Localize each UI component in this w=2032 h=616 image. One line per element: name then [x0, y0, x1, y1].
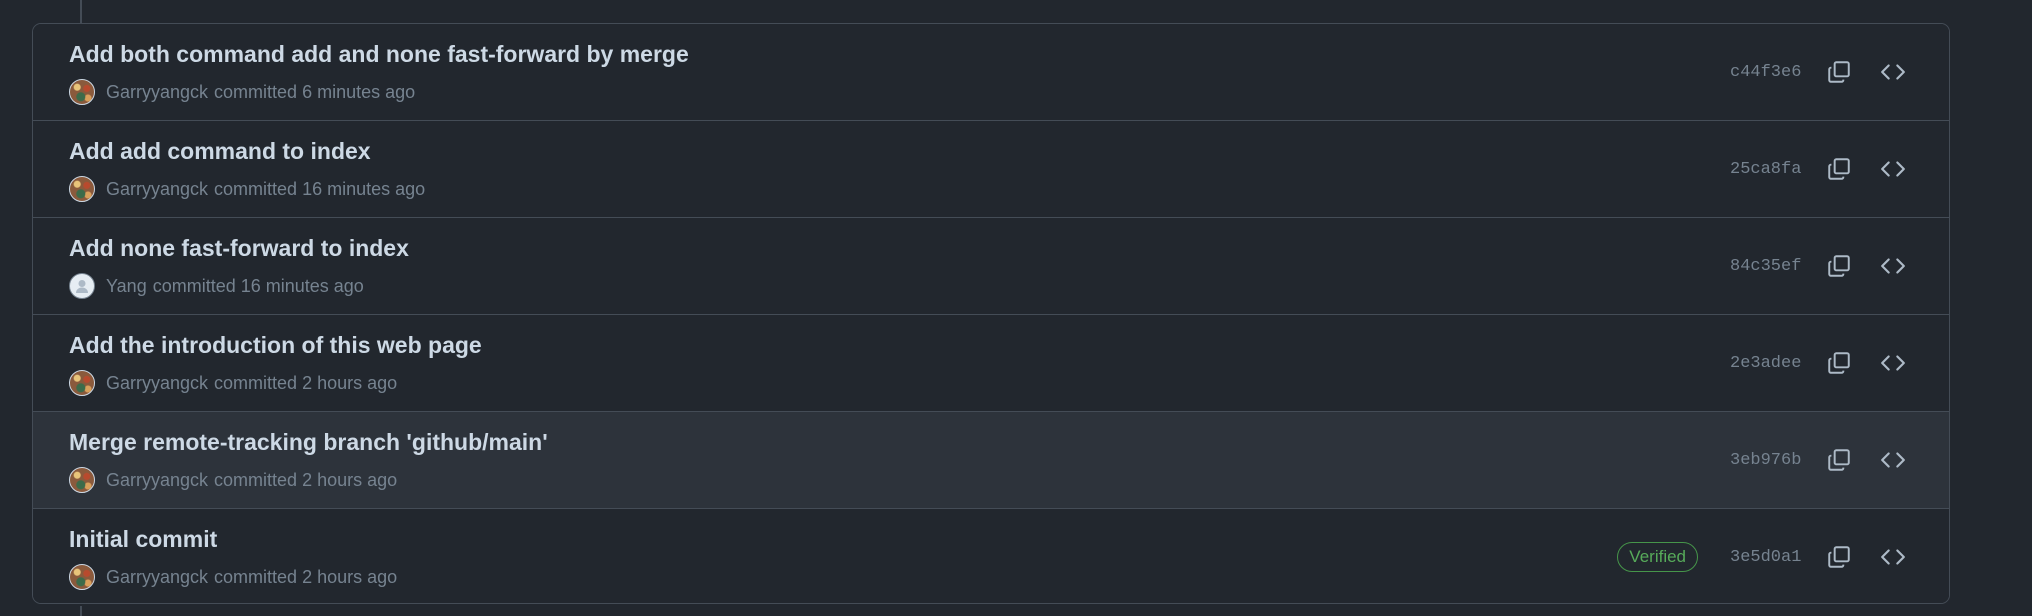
commit-meta: Yang committed 16 minutes ago [69, 273, 364, 299]
copy-sha-button[interactable] [1822, 152, 1856, 186]
default-avatar-icon [76, 280, 88, 293]
commit-time: committed 16 minutes ago [152, 275, 364, 296]
commit-author[interactable]: Garryyangck [106, 82, 208, 103]
copy-sha-button[interactable] [1822, 443, 1856, 477]
commit-row: Add none fast-forward to index Yang comm… [33, 218, 1949, 315]
commit-meta: Garryyangck committed 2 hours ago [69, 467, 397, 493]
copy-icon [1828, 352, 1850, 374]
commit-row: Merge remote-tracking branch 'github/mai… [33, 412, 1949, 509]
avatar[interactable] [69, 176, 95, 202]
avatar[interactable] [69, 79, 95, 105]
code-icon [1881, 258, 1905, 274]
browse-repo-button[interactable] [1876, 152, 1910, 186]
commit-meta: Garryyangck committed 2 hours ago [69, 370, 397, 396]
commit-title[interactable]: Merge remote-tracking branch 'github/mai… [69, 429, 548, 456]
browse-repo-button[interactable] [1876, 443, 1910, 477]
copy-sha-button[interactable] [1822, 55, 1856, 89]
commit-sha-link[interactable]: 2e3adee [1730, 354, 1802, 373]
commit-actions: Verified 3e5d0a1 [1617, 509, 1949, 603]
copy-icon [1828, 158, 1850, 180]
browse-repo-button[interactable] [1876, 249, 1910, 283]
copy-sha-button[interactable] [1822, 540, 1856, 574]
commit-row: Initial commit Garryyangck committed 2 h… [33, 509, 1949, 603]
code-icon [1881, 549, 1905, 565]
timeline-line-bottom [80, 606, 82, 616]
commit-time: committed 2 hours ago [214, 469, 398, 490]
copy-icon [1828, 255, 1850, 277]
commit-sha-link[interactable]: c44f3e6 [1730, 63, 1802, 82]
commit-time: committed 16 minutes ago [214, 178, 426, 199]
commit-title[interactable]: Add add command to index [69, 138, 371, 165]
copy-icon [1828, 61, 1850, 83]
timeline-line-top [80, 0, 82, 24]
browse-repo-button[interactable] [1876, 540, 1910, 574]
avatar[interactable] [69, 273, 95, 299]
code-icon [1881, 64, 1905, 80]
verified-badge[interactable]: Verified [1617, 542, 1698, 572]
commit-sha-link[interactable]: 84c35ef [1730, 257, 1802, 276]
commit-row: Add the introduction of this web page Ga… [33, 315, 1949, 412]
commit-actions: 3eb976b [1730, 412, 1949, 508]
commit-row: Add both command add and none fast-forwa… [33, 24, 1949, 121]
code-icon [1881, 452, 1905, 468]
commit-list: Add both command add and none fast-forwa… [32, 23, 1950, 604]
commit-title[interactable]: Initial commit [69, 526, 217, 553]
commit-actions: 84c35ef [1730, 218, 1949, 314]
commit-author[interactable]: Yang [106, 276, 147, 297]
commit-time: committed 2 hours ago [214, 372, 398, 393]
avatar[interactable] [69, 467, 95, 493]
commit-meta: Garryyangck committed 6 minutes ago [69, 79, 415, 105]
avatar[interactable] [69, 564, 95, 590]
commit-actions: 2e3adee [1730, 315, 1949, 411]
commit-title[interactable]: Add none fast-forward to index [69, 235, 409, 262]
commit-actions: c44f3e6 [1730, 24, 1949, 120]
commit-sha-link[interactable]: 3eb976b [1730, 451, 1802, 470]
commit-author[interactable]: Garryyangck [106, 470, 208, 491]
commit-time: committed 2 hours ago [214, 566, 398, 587]
browse-repo-button[interactable] [1876, 55, 1910, 89]
commit-author[interactable]: Garryyangck [106, 179, 208, 200]
copy-sha-button[interactable] [1822, 249, 1856, 283]
commit-meta: Garryyangck committed 16 minutes ago [69, 176, 425, 202]
commit-title[interactable]: Add the introduction of this web page [69, 332, 482, 359]
commit-author[interactable]: Garryyangck [106, 373, 208, 394]
commit-row: Add add command to index Garryyangck com… [33, 121, 1949, 218]
commit-sha-link[interactable]: 3e5d0a1 [1730, 548, 1802, 567]
commit-author[interactable]: Garryyangck [106, 567, 208, 588]
commit-title[interactable]: Add both command add and none fast-forwa… [69, 41, 689, 68]
commit-actions: 25ca8fa [1730, 121, 1949, 217]
commit-sha-link[interactable]: 25ca8fa [1730, 160, 1802, 179]
commit-meta: Garryyangck committed 2 hours ago [69, 564, 397, 590]
code-icon [1881, 355, 1905, 371]
code-icon [1881, 161, 1905, 177]
copy-sha-button[interactable] [1822, 346, 1856, 380]
browse-repo-button[interactable] [1876, 346, 1910, 380]
avatar[interactable] [69, 370, 95, 396]
copy-icon [1828, 546, 1850, 568]
commit-time: committed 6 minutes ago [214, 81, 416, 102]
copy-icon [1828, 449, 1850, 471]
